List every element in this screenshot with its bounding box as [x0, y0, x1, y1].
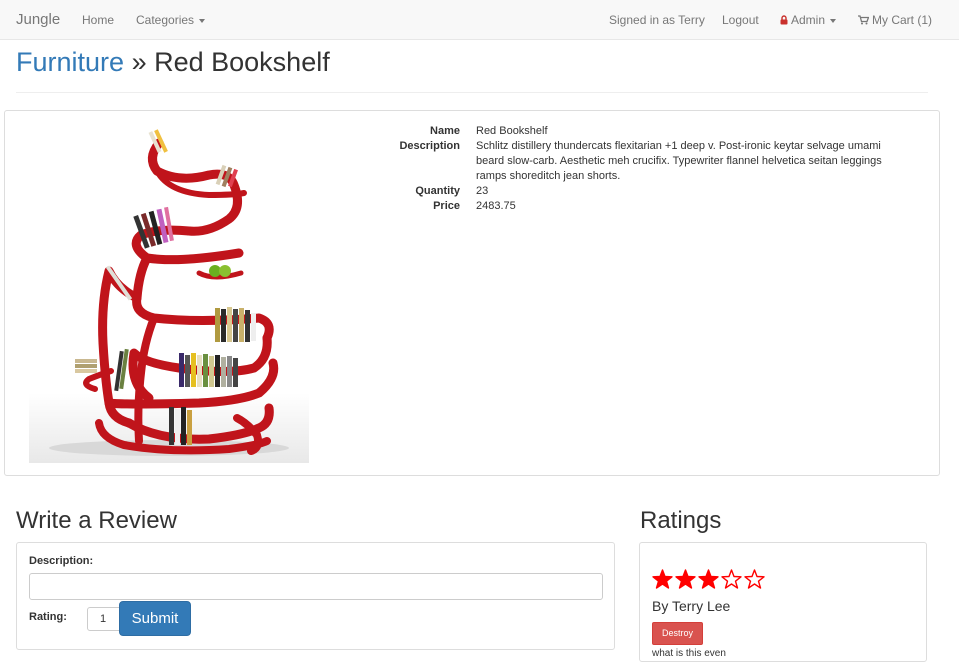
detail-row-description: Description Schlitz distillery thunderca… — [395, 139, 896, 184]
star-rating — [652, 569, 767, 594]
detail-row-quantity: Quantity 23 — [395, 184, 896, 199]
detail-row-price: Price 2483.75 — [395, 199, 896, 214]
product-quantity: 23 — [476, 185, 489, 197]
page-title: Furniture » Red Bookshelf — [16, 44, 330, 80]
nav-admin-dropdown[interactable]: Admin — [780, 0, 837, 40]
breadcrumb-category-link[interactable]: Furniture — [16, 47, 124, 77]
breadcrumb-product: Red Bookshelf — [154, 47, 330, 77]
review-text: what is this even — [652, 648, 726, 659]
ratings-heading: Ratings — [640, 507, 722, 534]
chevron-down-icon — [199, 18, 206, 23]
product-details: Name Red Bookshelf Description Schlitz d… — [395, 124, 896, 214]
breadcrumb-separator: » — [131, 47, 147, 77]
star-filled-icon — [675, 569, 696, 589]
title-divider — [16, 92, 928, 93]
description-input[interactable] — [29, 573, 603, 600]
lock-icon — [780, 13, 791, 27]
rating-select-value: 1 — [100, 613, 107, 625]
star-filled-icon — [652, 569, 673, 589]
star-filled-icon — [698, 569, 719, 589]
star-empty-icon — [744, 569, 765, 589]
product-panel: Name Red Bookshelf Description Schlitz d… — [4, 110, 940, 476]
review-author: By Terry Lee — [652, 598, 731, 614]
product-price: 2483.75 — [476, 200, 516, 212]
rating-label: Rating: — [29, 611, 67, 623]
logout-link[interactable]: Logout — [722, 0, 759, 40]
write-review-heading: Write a Review — [16, 507, 177, 534]
nav-categories-dropdown[interactable]: Categories — [136, 0, 206, 40]
product-image — [29, 123, 309, 463]
ratings-panel: By Terry Lee Destroy what is this even — [639, 542, 927, 662]
detail-label-price: Price — [433, 200, 460, 212]
description-label: Description: — [29, 555, 94, 567]
nav-cart-link[interactable]: My Cart (1) — [858, 0, 932, 40]
detail-label-quantity: Quantity — [415, 185, 460, 197]
nav-categories-label: Categories — [136, 13, 195, 27]
nav-cart-label: My Cart (1) — [872, 13, 932, 27]
product-name: Red Bookshelf — [476, 125, 548, 137]
shopping-cart-icon — [858, 13, 872, 27]
signed-in-text: Signed in as Terry — [609, 13, 705, 27]
chevron-down-icon — [830, 18, 837, 23]
brand-link[interactable]: Jungle — [16, 0, 60, 40]
star-empty-icon — [721, 569, 742, 589]
nav-admin-label: Admin — [791, 13, 826, 27]
nav-home-link[interactable]: Home — [82, 0, 114, 40]
destroy-button[interactable]: Destroy — [652, 622, 703, 645]
detail-label-name: Name — [430, 125, 460, 137]
detail-row-name: Name Red Bookshelf — [395, 124, 896, 139]
navbar: Jungle Home Categories Signed in as Terr… — [0, 0, 959, 40]
submit-button[interactable]: Submit — [119, 601, 191, 636]
review-form: Description: Rating: 1 Submit — [16, 542, 615, 650]
detail-label-description: Description — [399, 140, 460, 152]
product-description: Schlitz distillery thundercats flexitari… — [476, 140, 882, 182]
